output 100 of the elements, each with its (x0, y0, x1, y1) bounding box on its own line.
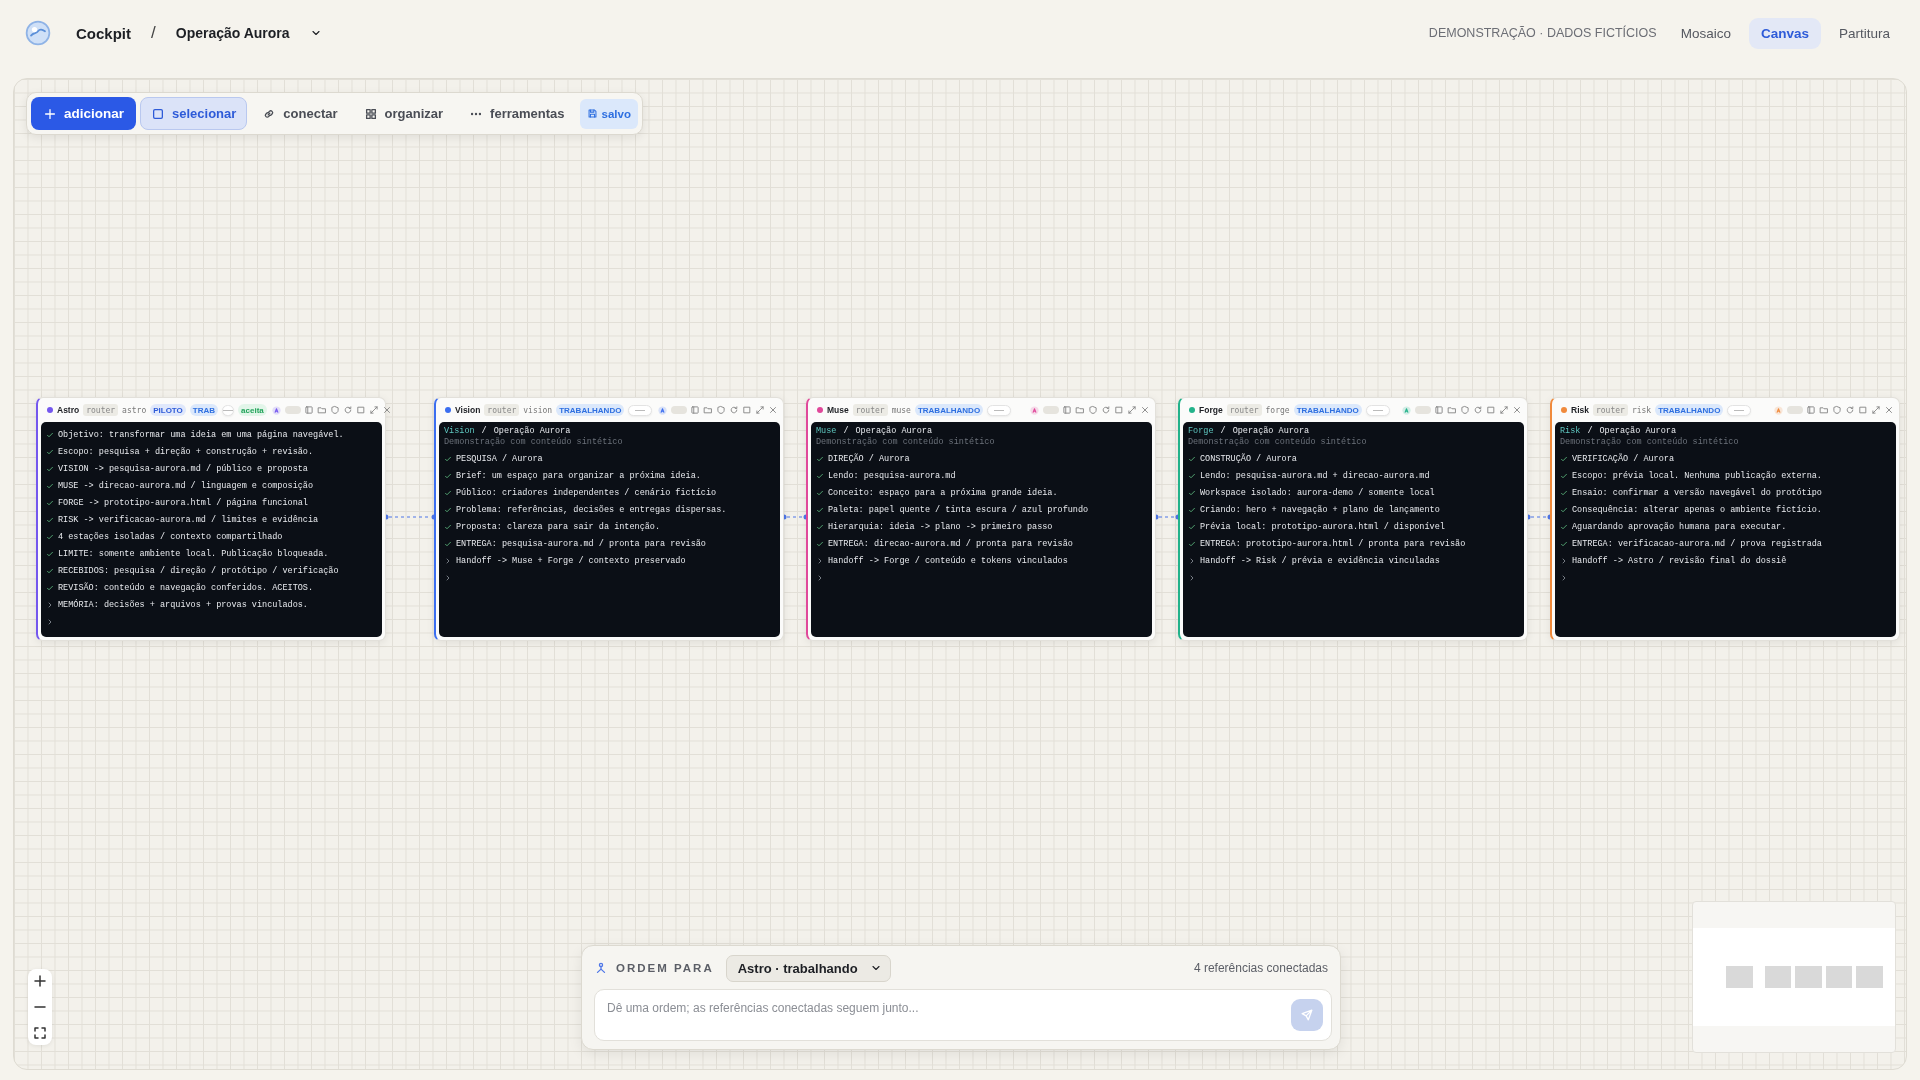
minimap[interactable] (1692, 901, 1896, 1053)
square-icon[interactable] (1486, 405, 1496, 415)
refresh-icon[interactable] (1101, 405, 1111, 415)
command-input[interactable]: Dê uma ordem; as referências conectadas seguem junto... (594, 989, 1332, 1041)
prompt-icon (444, 573, 452, 582)
toggle-switch[interactable] (1787, 406, 1803, 414)
view-tab[interactable]: Canvas (1748, 17, 1821, 49)
terminal-line: Aguardando aprovação humana para executar. (1572, 521, 1787, 532)
shield-icon[interactable] (1088, 405, 1098, 415)
terminal-line: PESQUISA / Aurora (456, 453, 543, 464)
terminal-project: Operação Aurora (493, 426, 571, 437)
toolbar-button[interactable]: conectar (251, 97, 349, 130)
terminal-line: Criando: hero + navegação + plano de lançamento (1200, 504, 1440, 515)
folder-icon[interactable] (1447, 405, 1457, 415)
status-badge: TRAB (189, 404, 219, 416)
view-tab[interactable]: Mosaico (1668, 17, 1743, 49)
target-dropdown[interactable]: Astro · trabalhando (725, 954, 891, 982)
close-icon[interactable] (1512, 405, 1522, 415)
folder-icon[interactable] (316, 405, 327, 415)
terminal-line: Lendo: pesquisa-aurora.md (828, 470, 956, 481)
square-icon[interactable] (355, 405, 366, 415)
expand-icon[interactable] (368, 405, 379, 415)
shield-icon[interactable] (1460, 405, 1470, 415)
shield-icon[interactable] (1832, 405, 1842, 415)
close-icon[interactable] (1884, 405, 1894, 415)
terminal-line: Handoff -> Risk / prévia e evidência vinculadas (1200, 555, 1440, 566)
refresh-icon[interactable] (342, 405, 353, 415)
terminal-project: Operação Aurora (1232, 426, 1310, 437)
toolbar-button[interactable]: adicionar (31, 97, 137, 130)
shield-icon[interactable] (716, 405, 726, 415)
terminal-agent: Muse (816, 426, 837, 437)
refresh-icon[interactable] (1845, 405, 1855, 415)
prompt-icon (46, 617, 54, 626)
expand-icon[interactable] (1499, 405, 1509, 415)
folder-icon[interactable] (703, 405, 713, 415)
square-icon (151, 106, 166, 121)
refresh-icon[interactable] (1473, 405, 1483, 415)
references-count: 4 referências conectadas (1193, 961, 1328, 975)
agent-icon[interactable] (1029, 404, 1040, 416)
toolbar-button[interactable]: ferramentas (458, 97, 576, 130)
send-button[interactable] (1291, 999, 1323, 1031)
panel-icon[interactable] (1806, 405, 1816, 415)
toggle-switch[interactable] (284, 406, 301, 414)
toolbar-button[interactable]: organizar (352, 97, 455, 130)
terminal-line: MUSE -> direcao-aurora.md / linguagem e composição (58, 480, 314, 491)
save-icon (586, 108, 598, 119)
route-tag: router (83, 404, 119, 416)
close-icon[interactable] (381, 405, 392, 415)
folder-icon[interactable] (1075, 405, 1085, 415)
terminal-line: Hierarquia: ideia -> plano -> primeiro passo (828, 521, 1053, 532)
terminal-line: FORGE -> prototipo-aurora.html / página funcional (58, 497, 308, 508)
route-tag: router (484, 404, 520, 416)
drag-handle[interactable] (987, 404, 1012, 416)
terminal-line: VERIFICAÇÃO / Aurora (1572, 453, 1675, 464)
zoom-in-icon[interactable] (32, 973, 48, 989)
toolbar-button[interactable]: selecionar (140, 97, 248, 130)
square-icon[interactable] (1858, 405, 1868, 415)
expand-icon[interactable] (755, 405, 765, 415)
terminal-line: VISION -> pesquisa-aurora.md / público e proposta (58, 463, 308, 474)
folder-icon[interactable] (1819, 405, 1829, 415)
close-icon[interactable] (768, 405, 778, 415)
drag-handle[interactable] (1365, 404, 1390, 416)
refresh-icon[interactable] (729, 405, 739, 415)
square-icon[interactable] (1114, 405, 1124, 415)
save-status[interactable]: salvo (579, 98, 638, 129)
drag-handle[interactable] (222, 404, 235, 416)
drag-handle[interactable] (1727, 404, 1752, 416)
expand-icon[interactable] (1871, 405, 1881, 415)
demo-notice: DEMONSTRAÇÃO · DADOS FICTÍCIOS (1428, 26, 1657, 40)
view-tab[interactable]: Partitura (1826, 17, 1902, 49)
prompt-icon (1560, 573, 1568, 582)
drag-handle[interactable] (628, 404, 653, 416)
terminal-line: Problema: referências, decisões e entregas dispersas. (456, 504, 727, 515)
terminal-subtitle: Demonstração com conteúdo sintético (1560, 437, 1740, 448)
terminal-line: Ensaio: confirmar a versão navegável do protótipo (1572, 487, 1822, 498)
toggle-switch[interactable] (1043, 406, 1059, 414)
shield-icon[interactable] (329, 405, 340, 415)
agent-icon[interactable] (657, 404, 668, 416)
agent-icon[interactable] (270, 404, 282, 416)
fit-view-icon[interactable] (32, 1025, 48, 1041)
expand-icon[interactable] (1127, 405, 1137, 415)
agent-id: risk (1631, 405, 1652, 415)
role-badge: PILOTO (150, 404, 186, 416)
agent-icon[interactable] (1401, 404, 1412, 416)
panel-icon[interactable] (1062, 405, 1072, 415)
project-selector[interactable]: Operação Aurora (175, 25, 322, 41)
terminal-line: ENTREGA: verificacao-aurora.md / prova registrada (1572, 538, 1822, 549)
panel-icon[interactable] (690, 405, 700, 415)
panel-icon[interactable] (1434, 405, 1444, 415)
square-icon[interactable] (742, 405, 752, 415)
agent-id: astro (122, 405, 147, 415)
panel-icon[interactable] (303, 405, 314, 415)
route-tag: router (1592, 404, 1628, 416)
terminal-separator: / (481, 426, 487, 437)
app-title: Cockpit (76, 24, 131, 42)
close-icon[interactable] (1140, 405, 1150, 415)
logo-icon (24, 19, 52, 47)
toggle-switch[interactable] (671, 406, 687, 414)
agent-icon[interactable] (1773, 404, 1784, 416)
toggle-switch[interactable] (1415, 406, 1431, 414)
